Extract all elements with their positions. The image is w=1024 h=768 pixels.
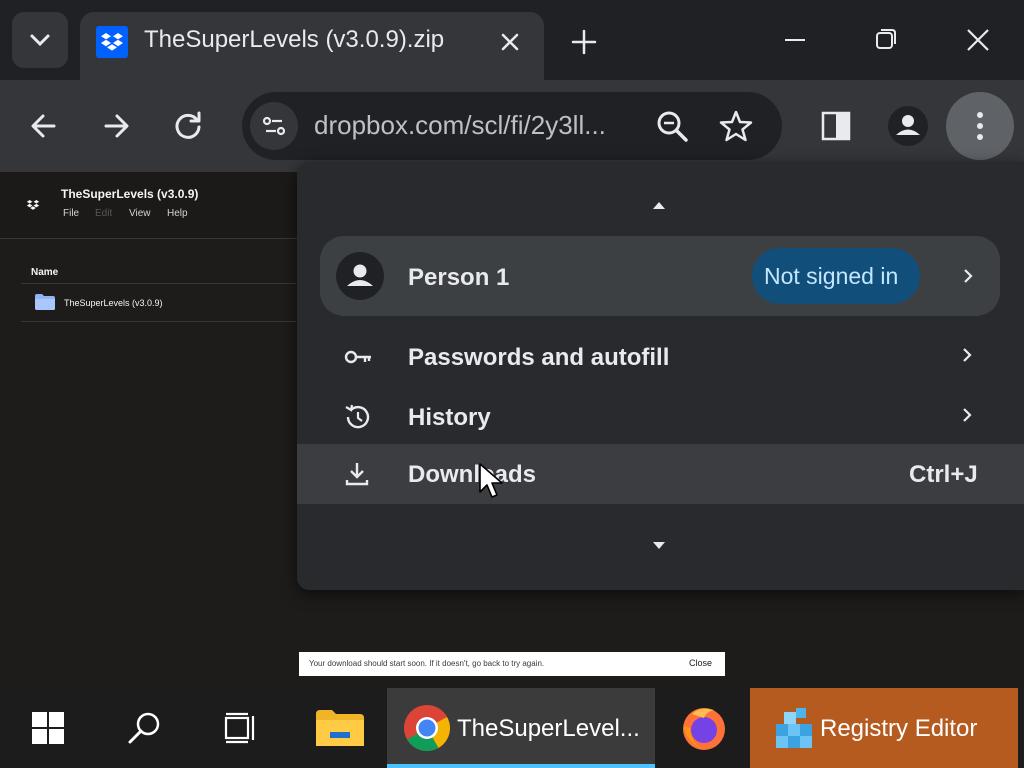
chevron-right-icon	[958, 266, 978, 286]
taskbar-chrome-label: TheSuperLevel...	[457, 715, 640, 742]
sign-in-status-badge[interactable]: Not signed in	[752, 248, 920, 304]
zoom-button[interactable]	[652, 106, 692, 146]
tab-close-button[interactable]	[492, 24, 528, 60]
download-banner: Your download should start soon. If it d…	[299, 652, 725, 676]
banner-close-button[interactable]: Close	[689, 658, 712, 668]
file-row-name[interactable]: TheSuperLevels (v3.0.9)	[64, 298, 163, 308]
task-view-button[interactable]	[206, 688, 274, 768]
window-close-button[interactable]	[955, 22, 1001, 58]
avatar-icon	[888, 106, 928, 146]
chrome-icon	[404, 705, 450, 751]
menu-item-label: Downloads	[408, 461, 537, 488]
person-icon	[347, 264, 373, 286]
reload-button[interactable]	[164, 102, 212, 150]
menu-help[interactable]: Help	[167, 208, 188, 219]
firefox-icon	[683, 708, 725, 750]
divider	[21, 321, 296, 322]
restore-button[interactable]	[862, 22, 908, 58]
side-panel-icon	[821, 111, 851, 141]
scroll-down-arrow-icon[interactable]	[653, 542, 665, 549]
plus-icon	[571, 29, 597, 55]
key-icon	[343, 343, 371, 371]
chrome-menu: Person 1 Not signed in Passwords and aut…	[297, 162, 1024, 590]
back-button[interactable]	[20, 102, 68, 150]
profile-card[interactable]: Person 1 Not signed in	[320, 236, 1000, 316]
taskbar: TheSuperLevel... Registry Editor	[0, 688, 1024, 768]
banner-text: Your download should start soon. If it d…	[309, 659, 545, 668]
reload-icon	[175, 111, 201, 139]
start-button[interactable]	[14, 688, 82, 768]
side-panel-button[interactable]	[812, 102, 860, 150]
browser-toolbar: dropbox.com/scl/fi/2y3ll...	[0, 80, 1024, 172]
address-bar[interactable]: dropbox.com/scl/fi/2y3ll...	[242, 92, 782, 160]
menu-edit: Edit	[95, 208, 113, 219]
registry-editor-icon	[776, 708, 812, 748]
arrow-right-icon	[104, 114, 129, 138]
minimize-icon	[785, 39, 805, 41]
page-header: TheSuperLevels (v3.0.9) File Edit View H…	[0, 172, 300, 239]
chrome-menu-button[interactable]	[946, 92, 1014, 160]
tab-search-button[interactable]	[12, 12, 68, 68]
scroll-up-arrow-icon[interactable]	[653, 202, 665, 209]
menu-item-passwords[interactable]: Passwords and autofill	[297, 327, 1024, 387]
site-info-button[interactable]	[250, 102, 298, 150]
taskbar-chrome[interactable]: TheSuperLevel...	[387, 688, 655, 768]
profile-button[interactable]	[884, 102, 932, 150]
menu-item-label: History	[408, 404, 491, 431]
bookmark-button[interactable]	[716, 106, 756, 146]
divider	[21, 283, 296, 284]
close-icon	[501, 33, 519, 51]
tab-title: TheSuperLevels (v3.0.9).zip	[144, 26, 445, 53]
menu-item-history[interactable]: History	[297, 387, 1024, 447]
history-icon	[343, 403, 371, 431]
dropbox-favicon-icon	[96, 26, 128, 58]
close-icon	[967, 29, 989, 51]
taskbar-search-button[interactable]	[110, 688, 178, 768]
minimize-button[interactable]	[772, 22, 818, 58]
profile-name: Person 1	[408, 264, 510, 291]
zoom-out-icon	[657, 111, 688, 142]
new-tab-button[interactable]	[564, 22, 604, 62]
tune-icon	[262, 116, 286, 136]
search-icon	[128, 712, 160, 744]
keyboard-shortcut: Ctrl+J	[909, 461, 978, 488]
url-text[interactable]: dropbox.com/scl/fi/2y3ll...	[314, 110, 606, 141]
download-icon	[343, 460, 371, 488]
taskbar-file-explorer[interactable]	[306, 688, 374, 768]
menu-item-downloads[interactable]: Downloads Ctrl+J	[297, 444, 1024, 504]
windows-logo-icon	[32, 712, 64, 744]
menu-file[interactable]: File	[63, 208, 79, 219]
restore-icon	[876, 29, 896, 49]
tab-strip: TheSuperLevels (v3.0.9).zip	[0, 0, 1024, 80]
active-tab[interactable]: TheSuperLevels (v3.0.9).zip	[80, 12, 544, 80]
star-icon	[719, 110, 753, 142]
avatar	[336, 252, 384, 300]
folder-icon	[34, 293, 56, 311]
column-header-name[interactable]: Name	[31, 267, 58, 278]
more-vert-icon	[977, 112, 983, 140]
taskbar-registry-editor[interactable]: Registry Editor	[750, 688, 1018, 768]
taskbar-firefox[interactable]	[670, 688, 738, 768]
folder-icon	[316, 710, 364, 746]
arrow-left-icon	[31, 114, 56, 138]
forward-button[interactable]	[92, 102, 140, 150]
chevron-right-icon	[957, 345, 977, 365]
taskbar-registry-editor-label: Registry Editor	[820, 715, 978, 742]
menu-item-label: Passwords and autofill	[408, 344, 670, 371]
chevron-down-icon	[30, 34, 50, 47]
menu-view[interactable]: View	[129, 208, 151, 219]
chevron-right-icon	[957, 405, 977, 425]
task-view-icon	[224, 712, 255, 744]
sign-in-status-text: Not signed in	[764, 263, 899, 289]
page-title: TheSuperLevels (v3.0.9)	[61, 187, 199, 201]
dropbox-logo-icon[interactable]	[24, 196, 42, 214]
mouse-cursor-icon	[478, 462, 508, 502]
